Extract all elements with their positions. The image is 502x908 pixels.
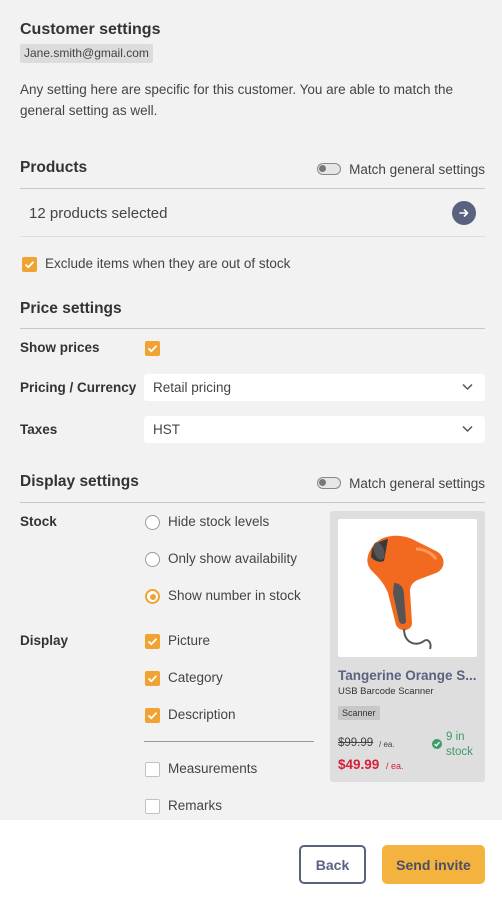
footer-bar: Back Send invite [0, 820, 502, 908]
product-subtitle: USB Barcode Scanner [338, 686, 434, 697]
original-price: $99.99 [338, 737, 374, 749]
taxes-label: Taxes [20, 422, 58, 437]
products-section-header: Products Match general settings [20, 159, 485, 181]
product-category-tag: Scanner [338, 706, 380, 720]
customer-settings-panel: Customer settings Jane.smith@gmail.com A… [0, 0, 502, 820]
divider [20, 502, 485, 503]
divider [20, 188, 485, 189]
display-option-label: Measurements [168, 761, 258, 776]
check-icon [147, 345, 158, 353]
taxes-select[interactable]: HST [144, 416, 485, 443]
products-heading: Products [20, 159, 88, 176]
stock-radio-number[interactable] [145, 589, 160, 604]
toggle-label: Match general settings [349, 161, 485, 177]
send-invite-button[interactable]: Send invite [382, 845, 485, 884]
per-unit-label: / ea. [379, 740, 395, 749]
pricing-currency-select[interactable]: Retail pricing [144, 374, 485, 401]
display-label: Display [20, 633, 69, 648]
page-title: Customer settings [20, 21, 161, 38]
customer-email-chip: Jane.smith@gmail.com [20, 44, 153, 63]
display-option-label: Remarks [168, 798, 223, 813]
divider [20, 328, 485, 329]
check-icon [24, 261, 35, 269]
display-picture-checkbox[interactable] [145, 634, 160, 649]
display-option-label: Picture [168, 633, 211, 648]
display-settings-heading: Display settings [20, 473, 139, 490]
products-selected-text[interactable]: 12 products selected [29, 205, 167, 222]
price-settings-header: Price settings [20, 300, 485, 322]
product-image [338, 519, 477, 657]
check-icon [147, 675, 158, 683]
sale-price: $49.99 [338, 757, 380, 772]
back-button[interactable]: Back [299, 845, 366, 884]
pricing-currency-label: Pricing / Currency [20, 380, 137, 395]
stock-option-label: Only show availability [168, 551, 298, 566]
stock-label: Stock [20, 514, 57, 529]
stock-option-label: Show number in stock [168, 588, 301, 603]
stock-option-label: Hide stock levels [168, 514, 270, 529]
display-measurements-checkbox[interactable] [145, 762, 160, 777]
price-settings-heading: Price settings [20, 300, 122, 317]
toggle-switch[interactable] [317, 163, 342, 175]
intro-text: Any setting here are specific for this c… [20, 82, 453, 118]
pricing-currency-value: Retail pricing [153, 380, 232, 395]
stock-count: 9 in stock [446, 731, 473, 758]
stock-radio-availability[interactable] [145, 552, 160, 567]
display-remarks-checkbox[interactable] [145, 799, 160, 814]
open-products-button[interactable] [452, 201, 476, 225]
divider [144, 741, 314, 742]
chevron-down-icon [462, 425, 473, 433]
display-option-label: Description [168, 707, 236, 722]
show-prices-label: Show prices [20, 340, 100, 355]
chevron-down-icon [462, 383, 473, 391]
stock-radio-hide[interactable] [145, 515, 160, 530]
arrow-right-icon [459, 209, 469, 217]
check-icon [147, 712, 158, 720]
toggle-label: Match general settings [349, 475, 485, 491]
product-name[interactable]: Tangerine Orange S... [338, 668, 477, 683]
products-match-general-toggle[interactable]: Match general settings [317, 159, 485, 179]
display-settings-header: Display settings Match general settings [20, 473, 485, 495]
divider [20, 236, 485, 237]
check-icon [147, 638, 158, 646]
toggle-switch[interactable] [317, 477, 342, 489]
show-prices-checkbox[interactable] [145, 341, 160, 356]
display-category-checkbox[interactable] [145, 671, 160, 686]
taxes-value: HST [153, 422, 180, 437]
exclude-out-of-stock-label: Exclude items when they are out of stock [45, 256, 291, 271]
barcode-scanner-icon [367, 535, 444, 650]
display-match-general-toggle[interactable]: Match general settings [317, 473, 485, 493]
exclude-out-of-stock-checkbox[interactable] [22, 257, 37, 272]
product-preview-card: Tangerine Orange S... USB Barcode Scanne… [330, 511, 485, 782]
check-circle-icon [432, 739, 442, 749]
display-option-label: Category [168, 670, 223, 685]
per-unit-label: / ea. [386, 761, 404, 771]
display-description-checkbox[interactable] [145, 708, 160, 723]
